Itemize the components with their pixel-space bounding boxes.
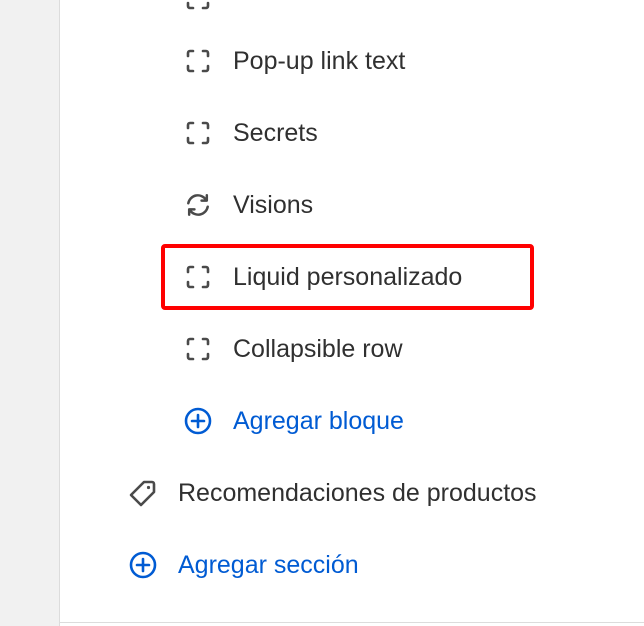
block-item-collapsible-row[interactable]: Collapsible row	[183, 329, 403, 369]
section-item-label: Recomendaciones de productos	[178, 478, 537, 507]
add-section-button[interactable]: Agregar sección	[128, 545, 359, 585]
block-item-label: Collapsible row	[233, 334, 403, 363]
cut-off-block-item[interactable]	[183, 0, 233, 18]
section-item-product-recommendations[interactable]: Recomendaciones de productos	[128, 473, 537, 513]
panel-bottom-border	[59, 622, 644, 623]
section-panel	[59, 0, 644, 626]
block-item-label: Pop-up link text	[233, 46, 406, 75]
block-item-visions[interactable]: Visions	[183, 185, 313, 225]
block-item-label: Visions	[233, 190, 314, 219]
plus-circle-icon	[128, 550, 158, 580]
block-item-secrets[interactable]: Secrets	[183, 113, 318, 153]
block-item-label: Secrets	[233, 118, 318, 147]
dashed-square-icon	[183, 334, 213, 364]
highlight-box	[161, 244, 534, 310]
add-block-button[interactable]: Agregar bloque	[183, 401, 404, 441]
plus-circle-icon	[183, 406, 213, 436]
add-section-label: Agregar sección	[178, 550, 359, 579]
dashed-square-icon	[183, 118, 213, 148]
add-block-label: Agregar bloque	[233, 406, 404, 435]
dashed-square-icon	[183, 0, 213, 13]
tag-icon	[128, 478, 158, 508]
block-item-popup-link-text[interactable]: Pop-up link text	[183, 41, 405, 81]
dashed-square-icon	[183, 46, 213, 76]
refresh-icon	[183, 190, 213, 220]
